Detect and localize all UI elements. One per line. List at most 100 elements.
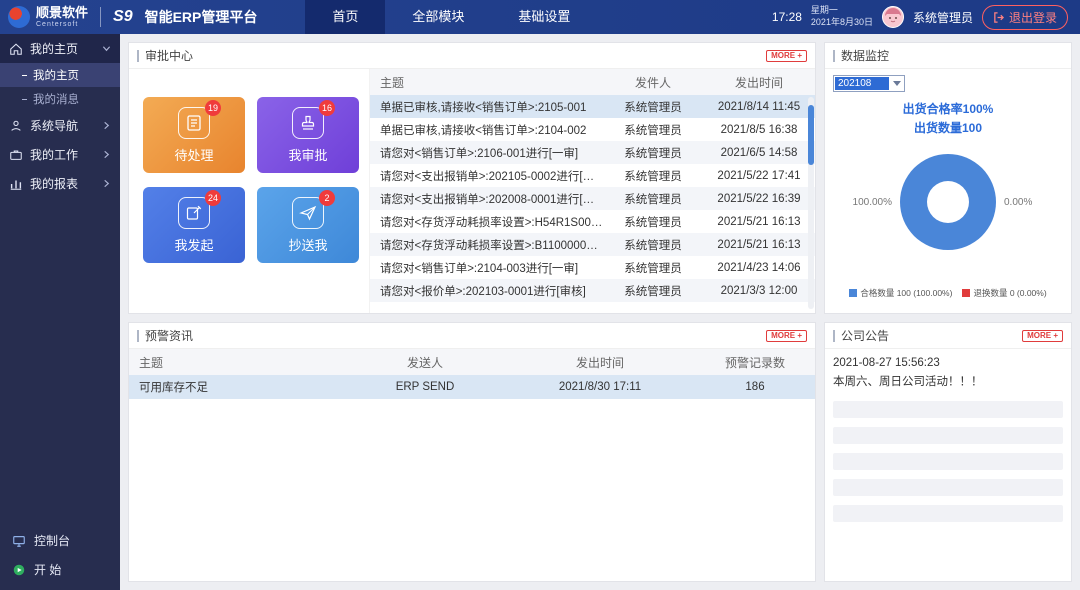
initiated-badge: 24 [205, 190, 221, 206]
row-sender: 系统管理员 [603, 122, 703, 138]
table-row[interactable]: 请您对<销售订单>:2104-003进行[一审] 系统管理员 2021/4/23… [370, 256, 815, 279]
announcement-empty-row [833, 427, 1063, 444]
sidebar-sub-label: 我的消息 [33, 91, 79, 107]
legend-label: 退换数量 0 (0.00%) [973, 287, 1046, 299]
approval-scrollbar[interactable] [808, 97, 814, 309]
data-monitor-panel: 数据监控 202108 出货合格率100% 出货数量100 100.00% 0.… [824, 42, 1072, 314]
panel-title-warning: 预警资讯 [137, 327, 193, 344]
stamp-icon [299, 114, 317, 132]
cc-badge: 2 [319, 190, 335, 206]
row-subject: 请您对<销售订单>:2106-001进行[一审] [370, 145, 603, 161]
col-time: 发出时间 [505, 354, 695, 371]
user-avatar[interactable] [882, 6, 904, 28]
chevron-right-icon [102, 121, 111, 130]
legend-label: 合格数量 100 (100.00%) [860, 287, 952, 299]
sidebar-item-my-messages[interactable]: 我的消息 [0, 87, 120, 111]
row-time: 2021/5/21 16:13 [703, 216, 815, 228]
col-count: 预警记录数 [695, 354, 815, 371]
briefcase-icon [9, 148, 23, 162]
ship-qty-stat: 出货数量100 [903, 119, 994, 138]
user-name: 系统管理员 [913, 9, 973, 26]
sidebar-item-my-reports[interactable]: 我的报表 [0, 169, 120, 198]
title-accent-bar [137, 330, 139, 342]
donut-chart: 100.00% 0.00% [844, 154, 1052, 250]
tile-label: 我发起 [174, 235, 213, 254]
announcement-empty-row [833, 453, 1063, 470]
approval-more-link[interactable]: MORE + [766, 50, 807, 62]
table-row[interactable]: 请您对<支出报销单>:202008-0001进行[审核] 系统管理员 2021/… [370, 187, 815, 210]
row-time: 2021/6/5 14:58 [703, 147, 815, 159]
approval-center-panel: 审批中心 MORE + 19 待处理 [128, 42, 816, 314]
brand-name-cn: 顺景软件 [36, 6, 88, 19]
row-sender: 系统管理员 [603, 260, 703, 276]
col-sender: 发送人 [345, 354, 505, 371]
tile-my-approvals[interactable]: 16 我审批 [257, 97, 359, 173]
tile-initiated-by-me[interactable]: 24 我发起 [143, 187, 245, 263]
sidebar-item-system-nav[interactable]: 系统导航 [0, 111, 120, 140]
legend-item-pass: 合格数量 100 (100.00%) [849, 287, 952, 299]
table-row[interactable]: 请您对<销售订单>:2106-001进行[一审] 系统管理员 2021/6/5 … [370, 141, 815, 164]
console-button[interactable]: 控制台 [0, 526, 120, 555]
row-sender: 系统管理员 [603, 145, 703, 161]
select-arrow-icon [893, 81, 901, 86]
approval-table: 主题 发件人 发出时间 单据已审核,请接收<销售订单>:2105-001 系统管… [369, 69, 815, 313]
tile-cc-to-me[interactable]: 2 抄送我 [257, 187, 359, 263]
row-subject: 请您对<报价单>:202103-0001进行[审核] [370, 283, 603, 299]
announcement-date: 2021-08-27 15:56:23 [833, 354, 1063, 373]
table-row[interactable]: 请您对<支出报销单>:202105-0002进行[审核] 系统管理员 2021/… [370, 164, 815, 187]
row-time: 2021/5/22 16:39 [703, 193, 815, 205]
table-row[interactable]: 可用库存不足 ERP SEND 2021/8/30 17:11 186 [129, 375, 815, 399]
sidebar-sub-label: 我的主页 [33, 67, 79, 83]
period-select[interactable]: 202108 [833, 75, 905, 92]
announcement-content[interactable]: 本周六、周日公司活动！！！ [833, 373, 1063, 392]
sidebar-item-my-work[interactable]: 我的工作 [0, 140, 120, 169]
panel-title-monitor: 数据监控 [833, 47, 889, 64]
tab-basic-settings[interactable]: 基础设置 [491, 0, 597, 34]
sidebar-group-label: 我的报表 [30, 175, 78, 192]
col-subject: 主题 [129, 354, 345, 371]
legend-swatch-blue [849, 289, 857, 297]
announcement-empty-row [833, 505, 1063, 522]
announcement-body: 2021-08-27 15:56:23 本周六、周日公司活动！！！ [825, 349, 1071, 581]
tile-pending[interactable]: 19 待处理 [143, 97, 245, 173]
main-nav: 首页 全部模块 基础设置 [305, 0, 597, 34]
row-subject: 单据已审核,请接收<销售订单>:2105-001 [370, 99, 603, 115]
tile-label: 待处理 [174, 145, 213, 164]
table-row[interactable]: 请您对<报价单>:202103-0001进行[审核] 系统管理员 2021/3/… [370, 279, 815, 302]
warning-table-header: 主题 发送人 发出时间 预警记录数 [129, 349, 815, 375]
announcement-more-link[interactable]: MORE + [1022, 330, 1063, 342]
start-play-icon [12, 563, 26, 577]
table-row[interactable]: 单据已审核,请接收<销售订单>:2105-001 系统管理员 2021/8/14… [370, 95, 815, 118]
donut-left-label: 100.00% [844, 197, 892, 208]
tile-label: 抄送我 [288, 235, 327, 254]
legend-swatch-red [962, 289, 970, 297]
donut-right-label: 0.00% [1004, 197, 1052, 208]
home-icon [9, 42, 23, 56]
start-button[interactable]: 开 始 [0, 555, 120, 584]
row-time: 2021/5/22 17:41 [703, 170, 815, 182]
tab-all-modules[interactable]: 全部模块 [385, 0, 491, 34]
scrollbar-thumb[interactable] [808, 105, 814, 165]
sidebar: 我的主页 我的主页 我的消息 系统导航 我的工作 [0, 34, 120, 590]
table-row[interactable]: 请您对<存货浮动耗损率设置>:B11000001进行[审核] 系统管理员 202… [370, 233, 815, 256]
row-subject: 请您对<存货浮动耗损率设置>:H54R1S006002进行[审核] [370, 214, 603, 230]
logout-button[interactable]: 退出登录 [982, 5, 1068, 30]
donut-ring [900, 154, 996, 250]
panel-title-announcement: 公司公告 [833, 327, 889, 344]
sidebar-group-label: 我的工作 [30, 146, 78, 163]
announcement-empty-row [833, 479, 1063, 496]
chevron-right-icon [102, 150, 111, 159]
title-accent-bar [137, 50, 139, 62]
tab-home[interactable]: 首页 [305, 0, 385, 34]
sidebar-group-label: 系统导航 [30, 117, 78, 134]
table-row[interactable]: 单据已审核,请接收<销售订单>:2104-002 系统管理员 2021/8/5 … [370, 118, 815, 141]
warning-more-link[interactable]: MORE + [766, 330, 807, 342]
period-selected-value: 202108 [835, 77, 889, 90]
app-header: 顺景软件 Centersoft S9 智能ERP管理平台 首页 全部模块 基础设… [0, 0, 1080, 34]
sub-item-dash [22, 75, 27, 76]
brand-logo: 顺景软件 Centersoft S9 智能ERP管理平台 [0, 6, 265, 28]
sidebar-item-my-home[interactable]: 我的主页 [0, 34, 120, 63]
start-label: 开 始 [34, 561, 61, 578]
sidebar-item-my-home-page[interactable]: 我的主页 [0, 63, 120, 87]
table-row[interactable]: 请您对<存货浮动耗损率设置>:H54R1S006002进行[审核] 系统管理员 … [370, 210, 815, 233]
